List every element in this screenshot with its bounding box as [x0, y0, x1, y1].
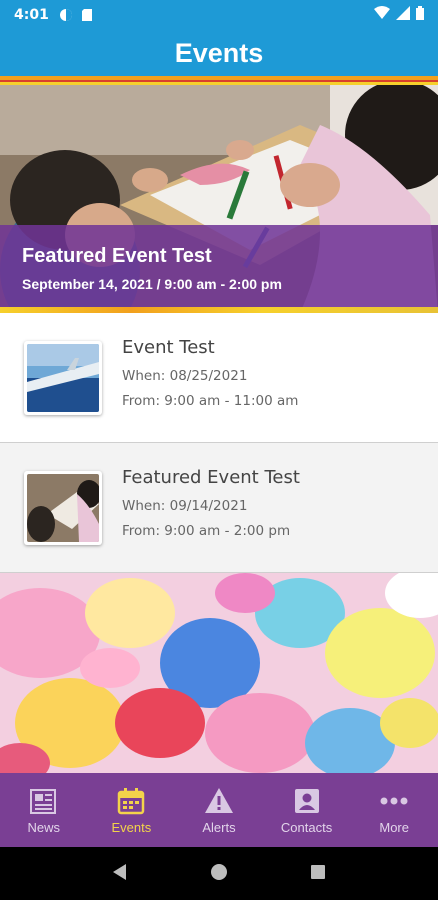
tab-label: Contacts	[280, 819, 333, 835]
wifi-icon	[374, 6, 390, 24]
event-name: Event Test	[122, 337, 215, 358]
paint-background	[0, 573, 438, 773]
sd-card-icon	[81, 8, 95, 22]
bottom-tab-bar: News Events Alerts Contacts More	[0, 773, 438, 847]
event-when: When: 08/25/2021	[122, 368, 248, 384]
home-button[interactable]	[209, 862, 229, 886]
recents-button[interactable]	[308, 862, 328, 886]
featured-event-title: Featured Event Test	[22, 245, 212, 267]
featured-event-overlay: Featured Event Test September 14, 2021 /…	[0, 225, 438, 307]
page-title: Events	[174, 37, 264, 68]
tab-label: More	[379, 819, 409, 835]
event-thumbnail	[24, 340, 102, 415]
event-time: From: 9:00 am - 11:00 am	[122, 393, 299, 409]
event-time: From: 9:00 am - 2:00 pm	[122, 523, 291, 539]
status-time: 4:01	[14, 7, 49, 23]
system-nav-bar	[0, 847, 438, 900]
event-list: Event Test When: 08/25/2021 From: 9:00 a…	[0, 313, 438, 573]
contact-card-icon	[294, 788, 319, 813]
featured-event-banner[interactable]: Featured Event Test September 14, 2021 /…	[0, 85, 438, 313]
battery-icon	[416, 6, 424, 24]
tab-label: Alerts	[202, 819, 236, 835]
data-saver-icon	[59, 8, 73, 22]
tab-events[interactable]: Events	[91, 786, 171, 835]
calendar-icon	[118, 787, 145, 814]
event-info: Event Test When: 08/25/2021 From: 9:00 a…	[122, 337, 298, 418]
home-circle-icon	[210, 863, 227, 880]
tab-label: News	[27, 819, 61, 835]
handprint-art	[0, 573, 438, 773]
newspaper-icon	[29, 788, 56, 814]
signal-icon	[396, 6, 410, 24]
tab-alerts[interactable]: Alerts	[179, 786, 259, 835]
airplane-wing-image	[27, 343, 99, 412]
back-button[interactable]	[110, 862, 130, 886]
status-right	[374, 6, 424, 24]
tab-more[interactable]: More	[354, 786, 434, 835]
event-thumbnail	[24, 470, 102, 545]
recents-square-icon	[311, 864, 326, 879]
app-header: Events	[0, 30, 438, 76]
event-row[interactable]: Featured Event Test When: 09/14/2021 Fro…	[0, 443, 438, 573]
tab-contacts[interactable]: Contacts	[267, 786, 347, 835]
event-row[interactable]: Event Test When: 08/25/2021 From: 9:00 a…	[0, 313, 438, 443]
warning-icon	[204, 787, 233, 813]
status-bar: 4:01	[0, 0, 438, 30]
event-info: Featured Event Test When: 09/14/2021 Fro…	[122, 467, 300, 548]
kids-drawing-image	[27, 473, 99, 542]
tab-label: Events	[111, 819, 152, 835]
featured-event-datetime: September 14, 2021 / 9:00 am - 2:00 pm	[22, 276, 282, 292]
back-triangle-icon	[112, 863, 126, 880]
tab-news[interactable]: News	[4, 786, 84, 835]
more-dots-icon	[380, 797, 408, 804]
event-when: When: 09/14/2021	[122, 498, 248, 514]
event-name: Featured Event Test	[122, 467, 300, 488]
